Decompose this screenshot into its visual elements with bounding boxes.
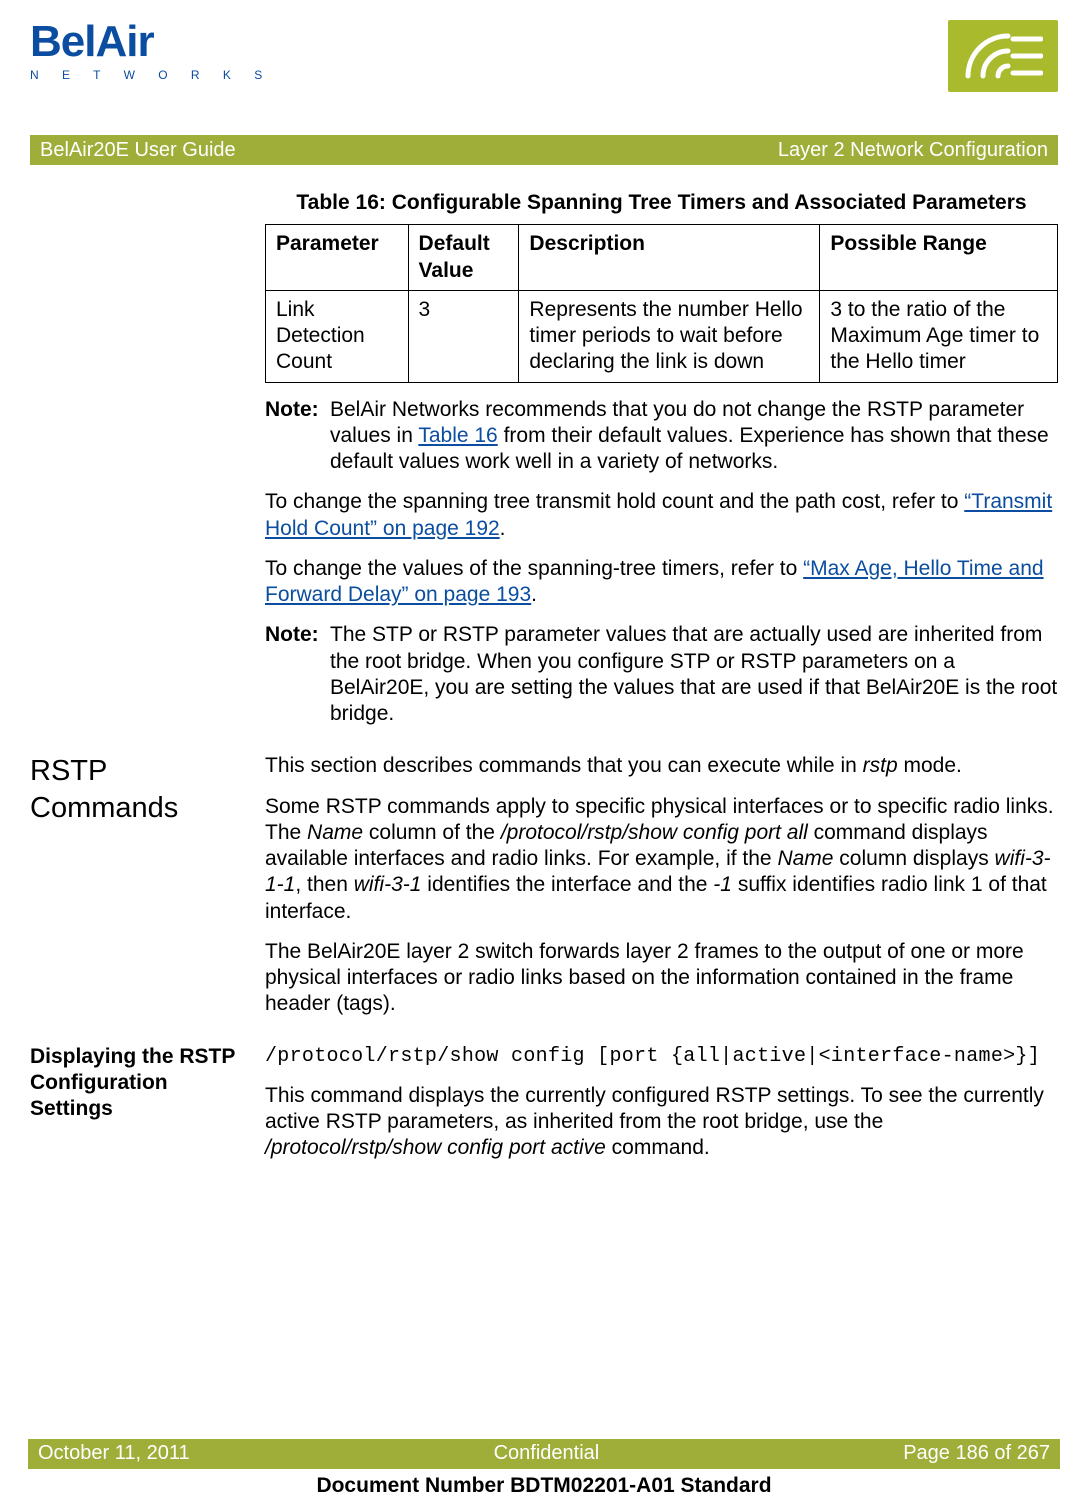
paragraph: The BelAir20E layer 2 switch forwards la… <box>265 939 1058 1018</box>
text: column displays <box>833 847 994 870</box>
guide-title: BelAir20E User Guide <box>40 138 236 163</box>
text: This section describes commands that you… <box>265 754 863 777</box>
cell-desc: Represents the number Hello timer period… <box>519 290 820 382</box>
page-footer: October 11, 2011 Confidential Page 186 o… <box>28 1439 1060 1499</box>
paragraph: Some RSTP commands apply to specific phy… <box>265 794 1058 925</box>
footer-doc-number: Document Number BDTM02201-A01 Standard <box>28 1473 1060 1499</box>
table-row: Link Detection Count 3 Represents the nu… <box>266 290 1058 382</box>
cell-parameter: Link Detection Count <box>266 290 409 382</box>
footer-bar: October 11, 2011 Confidential Page 186 o… <box>28 1439 1060 1469</box>
parameters-table: Parameter Default Value Description Poss… <box>265 224 1058 382</box>
cell-range: 3 to the ratio of the Maximum Age timer … <box>820 290 1058 382</box>
col-desc: Description <box>519 225 820 291</box>
chapter-title: Layer 2 Network Configuration <box>778 138 1048 163</box>
brand-name: BelAir <box>30 20 272 64</box>
text: . <box>500 517 506 540</box>
note-block: Note: BelAir Networks recommends that yo… <box>265 397 1058 476</box>
footer-page: Page 186 of 267 <box>903 1441 1050 1466</box>
note-block: Note: The STP or RSTP parameter values t… <box>265 622 1058 727</box>
text: identifies the interface and the <box>421 873 713 896</box>
text: To change the values of the spanning-tre… <box>265 557 803 580</box>
page-header: BelAir N E T W O R K S <box>30 20 1058 125</box>
note-label: Note: <box>265 397 330 476</box>
text: . <box>531 583 537 606</box>
note-text: The STP or RSTP parameter values that ar… <box>330 622 1058 727</box>
footer-date: October 11, 2011 <box>38 1441 190 1466</box>
link-table16[interactable]: Table 16 <box>418 424 497 447</box>
mode-name: rstp <box>863 754 898 777</box>
example-value: -1 <box>713 873 732 896</box>
text: command. <box>606 1136 710 1159</box>
note-label: Note: <box>265 622 330 727</box>
paragraph: To change the values of the spanning-tre… <box>265 556 1058 609</box>
example-value: wifi-3-1 <box>354 873 422 896</box>
text: This command displays the currently conf… <box>265 1084 1044 1133</box>
command-inline: /protocol/rstp/show config port all <box>501 821 808 844</box>
text: To change the spanning tree transmit hol… <box>265 490 964 513</box>
command-syntax: /protocol/rstp/show config [port {all|ac… <box>265 1044 1058 1069</box>
col-parameter: Parameter <box>266 225 409 291</box>
table-header-row: Parameter Default Value Description Poss… <box>266 225 1058 291</box>
paragraph: This section describes commands that you… <box>265 753 1058 779</box>
brand-tagline: N E T W O R K S <box>30 68 272 83</box>
footer-confidential: Confidential <box>494 1441 600 1466</box>
text: column of the <box>363 821 501 844</box>
brand-logo: BelAir N E T W O R K S <box>30 20 272 83</box>
col-range: Possible Range <box>820 225 1058 291</box>
company-badge-icon <box>948 20 1058 92</box>
col-default: Default Value <box>408 225 519 291</box>
section-heading-rstp: RSTP Commands <box>30 753 265 826</box>
text: mode. <box>898 754 962 777</box>
command-inline: /protocol/rstp/show config port active <box>265 1136 606 1159</box>
paragraph: This command displays the currently conf… <box>265 1083 1058 1162</box>
column-name: Name <box>307 821 363 844</box>
column-name: Name <box>777 847 833 870</box>
text: , then <box>295 873 353 896</box>
note-text: BelAir Networks recommends that you do n… <box>330 397 1058 476</box>
title-bar: BelAir20E User Guide Layer 2 Network Con… <box>30 135 1058 165</box>
section-heading-display: Displaying the RSTP Configuration Settin… <box>30 1044 265 1123</box>
table-caption: Table 16: Configurable Spanning Tree Tim… <box>265 190 1058 216</box>
paragraph: To change the spanning tree transmit hol… <box>265 489 1058 542</box>
cell-default: 3 <box>408 290 519 382</box>
